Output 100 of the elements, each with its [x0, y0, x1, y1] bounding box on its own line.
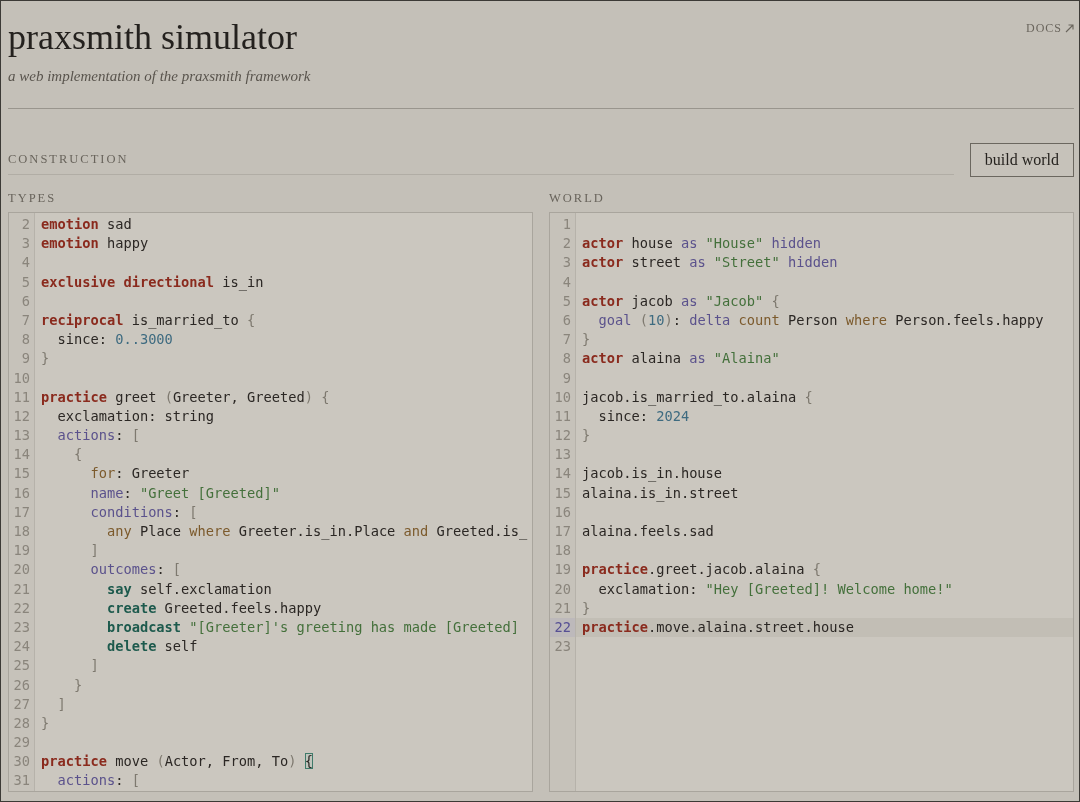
code-line: } — [40, 713, 50, 733]
line-number: 25 — [9, 656, 35, 676]
line-number: 30 — [9, 752, 35, 772]
line-number: 14 — [550, 464, 576, 484]
line-number: 10 — [9, 368, 35, 388]
panel-label: TYPES — [8, 190, 57, 206]
line-number: 3 — [550, 253, 576, 273]
code-line: practice greet (Greeter, Greeted) { — [40, 387, 330, 407]
code-line: actor street as "Street" hidden — [581, 253, 838, 273]
code-line: name: "Greet [Greeted]" — [89, 483, 280, 503]
line-number: 12 — [9, 406, 35, 427]
code-line: broadcast "[Greeter]'s greeting has made [Greeted] — [105, 617, 519, 637]
line-number: 8 — [9, 330, 35, 350]
code-line: practice move (Actor, From, To) { — [40, 752, 313, 772]
code-line: alaina.feels.sad — [581, 522, 714, 541]
code-line: reciprocal is_married_to { — [40, 310, 256, 331]
line-number: 20 — [9, 560, 35, 580]
line-number: 22 — [9, 598, 35, 618]
line-number: 29 — [9, 733, 35, 753]
code-line: exclusive directional is_in — [40, 272, 264, 292]
line-number: 16 — [550, 502, 576, 522]
line-number: 17 — [9, 502, 35, 522]
code-line: exclamation: "Hey [Greeted]! Welcome home!" — [597, 579, 953, 599]
code-line: } — [72, 675, 83, 695]
line-number: 19 — [9, 541, 35, 561]
code-line: ] — [89, 656, 99, 676]
line-number: 24 — [9, 637, 35, 657]
line-number: 5 — [550, 291, 576, 311]
line-number: 15 — [550, 483, 576, 503]
code-line: since: 2024 — [597, 406, 690, 426]
line-number: 9 — [550, 368, 576, 388]
line-number: 23 — [9, 617, 35, 638]
line-number: 31 — [9, 771, 35, 791]
line-number: 19 — [550, 560, 576, 580]
line-number: 18 — [9, 522, 35, 542]
code-line: say self.exclamation — [105, 579, 272, 599]
line-number: 4 — [9, 253, 35, 273]
panel-label: WORLD — [549, 190, 605, 206]
line-number: 23 — [550, 637, 576, 657]
code-line: } — [581, 330, 591, 350]
line-number: 3 — [9, 234, 35, 254]
code-line: ] — [56, 694, 66, 714]
code-line: jacob.is_married_to.alaina { — [581, 387, 813, 407]
line-number: 11 — [550, 406, 576, 427]
line-number: 20 — [550, 579, 576, 599]
line-number: 10 — [550, 387, 576, 407]
code-line: } — [40, 349, 50, 369]
code-editor[interactable] — [8, 212, 533, 792]
line-number: 17 — [550, 522, 576, 542]
section-heading: CONSTRUCTION — [8, 151, 129, 167]
line-number: 13 — [9, 426, 35, 446]
line-number: 27 — [9, 694, 35, 714]
code-line: for: Greeter — [89, 464, 190, 484]
page-title: praxsmith simulator — [8, 16, 297, 59]
code-line: emotion sad — [40, 215, 132, 234]
build-world-button[interactable]: build world — [969, 143, 1074, 177]
code-line: create Greeted.feels.happy — [105, 598, 322, 618]
code-line: actions: [ — [56, 426, 140, 446]
code-line: actions: [ — [56, 771, 140, 791]
line-number: 18 — [550, 541, 576, 561]
line-number: 1 — [550, 215, 576, 235]
code-editor[interactable] — [549, 212, 1074, 792]
line-number: 22 — [550, 617, 576, 638]
line-number: 26 — [9, 675, 35, 695]
code-line: practice.greet.jacob.alaina { — [581, 560, 821, 580]
code-line: since: 0..3000 — [56, 330, 173, 350]
line-number: 4 — [550, 272, 576, 292]
line-number: 6 — [550, 310, 576, 331]
code-line: delete self — [105, 637, 198, 657]
code-line: emotion happy — [40, 234, 149, 254]
code-line: ] — [89, 541, 99, 561]
code-line: practice.move.alaina.street.house — [581, 617, 854, 637]
arrow-up-right-icon — [1065, 23, 1074, 33]
line-number: 7 — [9, 310, 35, 331]
code-line: jacob.is_in.house — [581, 464, 723, 484]
line-number: 28 — [9, 713, 35, 734]
line-number: 6 — [9, 291, 35, 311]
code-line: actor house as "House" hidden — [581, 234, 821, 254]
code-line: { — [72, 445, 83, 465]
line-number: 2 — [550, 234, 576, 254]
code-line: goal (10): delta count Person where Person.feels.happy — [597, 310, 1044, 330]
code-line: alaina.is_in.street — [581, 483, 739, 503]
line-number: 12 — [550, 426, 576, 446]
code-line: exclamation: string — [56, 406, 215, 426]
code-line: conditions: [ — [89, 502, 198, 522]
line-number: 5 — [9, 272, 35, 292]
line-number: 9 — [9, 349, 35, 369]
code-line: actor alaina as "Alaina" — [581, 349, 780, 369]
line-number: 15 — [9, 464, 35, 484]
subtitle: a web implementation of the praxsmith framework — [8, 67, 311, 86]
code-line: actor jacob as "Jacob" { — [581, 291, 780, 311]
code-line: } — [581, 426, 591, 446]
code-line: outcomes: [ — [89, 560, 182, 580]
line-number: 21 — [9, 579, 35, 599]
line-number: 16 — [9, 483, 35, 503]
code-line: any Place where Greeter.is_in.Place and Greeted.is_ — [105, 522, 528, 542]
line-number: 11 — [9, 387, 35, 407]
line-number: 13 — [550, 445, 576, 465]
line-number: 8 — [550, 349, 576, 369]
line-number: 14 — [9, 445, 35, 465]
